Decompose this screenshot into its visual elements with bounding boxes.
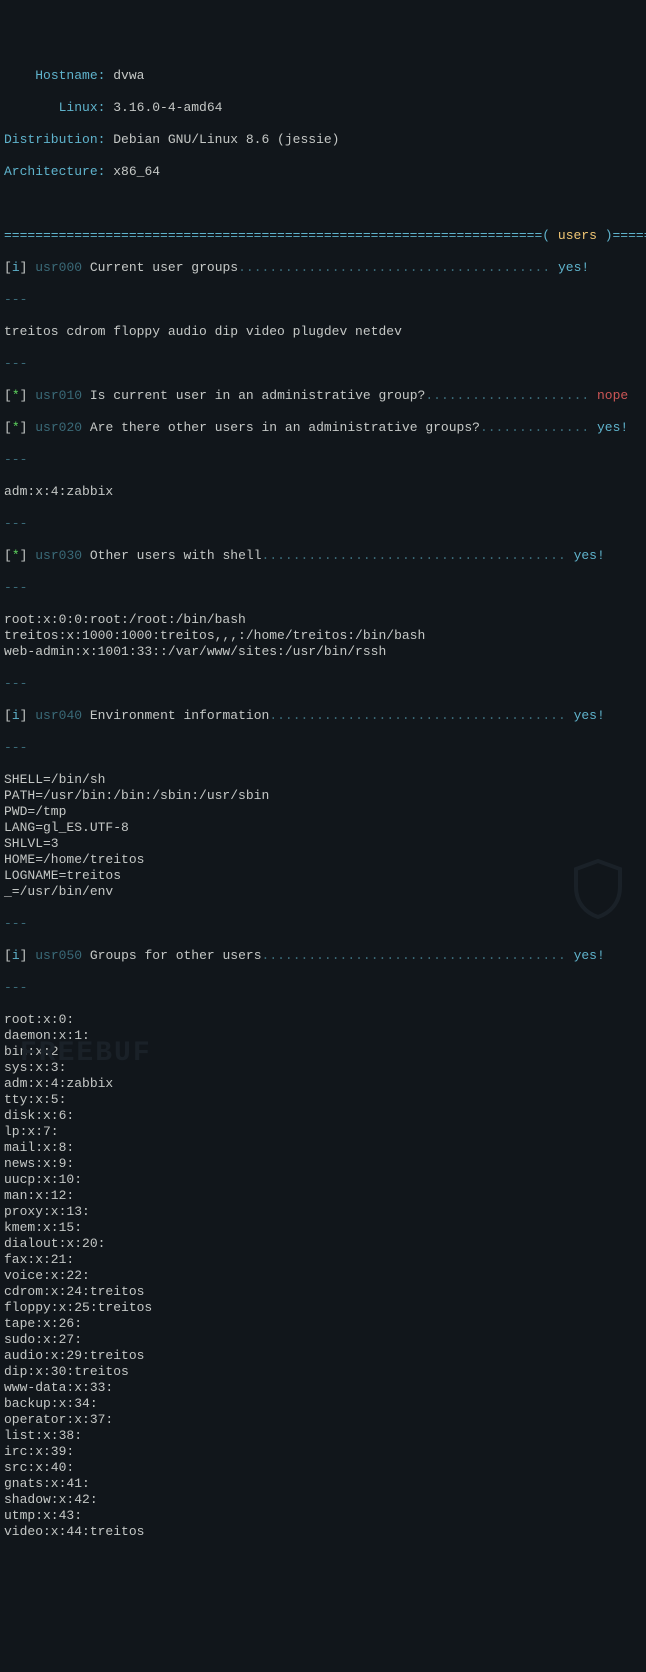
check-usr050: [i] usr050 Groups for other users.......… — [4, 948, 642, 964]
dashes: --- — [4, 452, 642, 468]
dashes: --- — [4, 740, 642, 756]
dashes: --- — [4, 516, 642, 532]
check-usr000: [i] usr000 Current user groups..........… — [4, 260, 642, 276]
sysinfo-distribution: Distribution: Debian GNU/Linux 8.6 (jess… — [4, 132, 642, 148]
dashes: --- — [4, 580, 642, 596]
usr030-body: root:x:0:0:root:/root:/bin/bash treitos:… — [4, 612, 642, 660]
sysinfo-hostname: Hostname: dvwa — [4, 68, 642, 84]
sysinfo-architecture: Architecture: x86_64 — [4, 164, 642, 180]
dashes: --- — [4, 356, 642, 372]
dashes: --- — [4, 980, 642, 996]
check-usr020: [*] usr020 Are there other users in an a… — [4, 420, 642, 436]
check-usr010: [*] usr010 Is current user in an adminis… — [4, 388, 642, 404]
section-header: ========================================… — [4, 228, 642, 244]
usr000-body: treitos cdrom floppy audio dip video plu… — [4, 324, 642, 340]
check-usr030: [*] usr030 Other users with shell.......… — [4, 548, 642, 564]
usr050-body: root:x:0: daemon:x:1: bin:x:2: sys:x:3: … — [4, 1012, 642, 1540]
check-usr040: [i] usr040 Environment information......… — [4, 708, 642, 724]
usr020-body: adm:x:4:zabbix — [4, 484, 642, 500]
dashes: --- — [4, 676, 642, 692]
dashes: --- — [4, 916, 642, 932]
dashes: --- — [4, 292, 642, 308]
usr040-body: SHELL=/bin/sh PATH=/usr/bin:/bin:/sbin:/… — [4, 772, 642, 900]
sysinfo-linux: Linux: 3.16.0-4-amd64 — [4, 100, 642, 116]
